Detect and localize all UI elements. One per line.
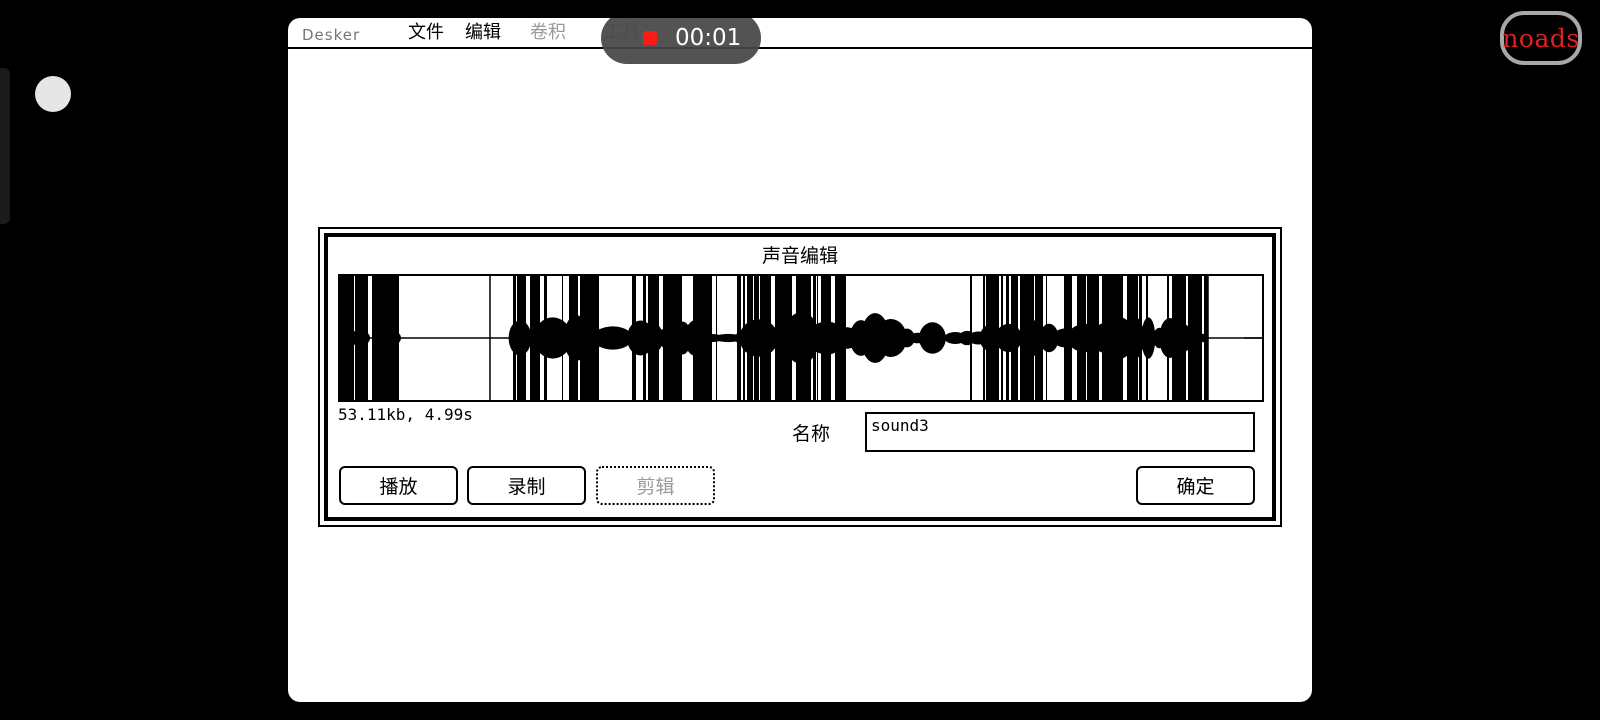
record-icon [643, 31, 657, 45]
waveform-view[interactable] [338, 274, 1264, 402]
sound-editor-dialog: 声音编辑 53.11kb, 4.99s 名称 sound3 播放 录制 剪辑 确… [318, 227, 1282, 527]
menu-convolve[interactable]: 卷积 [530, 22, 566, 44]
app-screen: Desker 文件 编辑 卷积 工具 00:01 声音编辑 53.11kb, 4… [288, 18, 1312, 702]
record-button[interactable]: 录制 [467, 466, 586, 505]
waveform-graphic [340, 276, 1262, 400]
menu-edit[interactable]: 编辑 [465, 22, 501, 44]
screen-recording-indicator[interactable]: 00:01 [601, 18, 761, 64]
side-panel-handle[interactable] [0, 68, 10, 224]
menu-file[interactable]: 文件 [408, 22, 444, 44]
trim-button: 剪辑 [596, 466, 715, 505]
recording-timer: 00:01 [675, 25, 742, 51]
name-input[interactable]: sound3 [865, 412, 1255, 452]
dialog-frame: 声音编辑 53.11kb, 4.99s 名称 sound3 播放 录制 剪辑 确… [324, 233, 1276, 521]
sound-info: 53.11kb, 4.99s [338, 405, 473, 424]
noads-button[interactable]: noads [1500, 11, 1582, 65]
menu-bar: Desker 文件 编辑 卷积 工具 [288, 18, 1312, 49]
ok-button[interactable]: 确定 [1136, 466, 1255, 505]
dialog-title: 声音编辑 [761, 245, 838, 267]
name-label: 名称 [792, 423, 831, 445]
play-button[interactable]: 播放 [339, 466, 458, 505]
app-logo: Desker [302, 26, 361, 44]
floating-assist-button[interactable] [35, 76, 71, 112]
